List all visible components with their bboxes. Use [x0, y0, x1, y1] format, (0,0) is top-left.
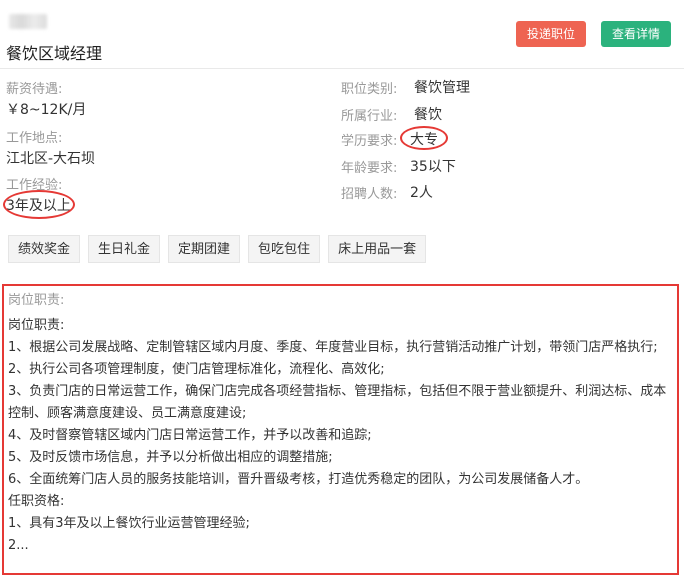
industry-label: 所属行业:	[341, 109, 398, 124]
description-line: 任职资格:	[8, 494, 65, 509]
description-line: 6、全面统筹门店人员的服务技能培训，晋升晋级考核，打造优秀稳定的团队，为公司发展…	[8, 472, 589, 487]
location-label: 工作地点:	[6, 131, 63, 146]
headcount-label: 招聘人数:	[341, 187, 398, 202]
job-description-box: 岗位职责: 岗位职责: 1、根据公司发展战略、定制管辖区域内月度、季度、年度营业…	[2, 284, 679, 575]
education-label: 学历要求:	[341, 134, 398, 149]
benefit-tag: 包吃包住	[248, 235, 321, 263]
industry-value: 餐饮	[414, 107, 442, 123]
company-logo-blurred	[9, 14, 47, 29]
description-line: 5、及时反馈市场信息，并予以分析做出相应的调整措施;	[8, 450, 333, 465]
description-line: 2...	[8, 538, 29, 553]
category-value: 餐饮管理	[414, 80, 470, 96]
salary-label: 薪资待遇:	[6, 82, 63, 97]
job-description-heading: 岗位职责:	[8, 293, 65, 308]
benefit-tag: 绩效奖金	[8, 235, 81, 263]
experience-annotation-circle	[3, 190, 75, 219]
headcount-value: 2人	[410, 185, 433, 201]
apply-button[interactable]: 投递职位	[516, 21, 586, 47]
job-description-text: 岗位职责: 1、根据公司发展战略、定制管辖区域内月度、季度、年度营业目标，执行营…	[8, 315, 676, 557]
description-line: 4、及时督察管辖区域内门店日常运营工作，并予以改善和追踪;	[8, 428, 372, 443]
divider	[0, 68, 684, 69]
age-value: 35以下	[410, 159, 456, 175]
description-line: 1、根据公司发展战略、定制管辖区域内月度、季度、年度营业目标，执行营销活动推广计…	[8, 340, 658, 355]
benefit-tag: 生日礼金	[88, 235, 161, 263]
benefit-tags: 绩效奖金 生日礼金 定期团建 包吃包住 床上用品一套	[8, 235, 427, 263]
education-annotation-circle	[400, 126, 448, 150]
description-line: 1、具有3年及以上餐饮行业运营管理经验;	[8, 516, 250, 531]
description-line: 2、执行公司各项管理制度，使门店管理标准化，流程化、高效化;	[8, 362, 385, 377]
description-line: 3、负责门店的日常运营工作，确保门店完成各项经营指标、管理指标，包括但不限于营业…	[8, 384, 667, 421]
description-line: 岗位职责:	[8, 318, 65, 333]
view-details-button[interactable]: 查看详情	[601, 21, 671, 47]
job-title: 餐饮区域经理	[6, 44, 103, 63]
category-label: 职位类别:	[341, 82, 398, 97]
age-label: 年龄要求:	[341, 161, 398, 176]
benefit-tag: 定期团建	[168, 235, 241, 263]
salary-value: ￥8~12K/月	[6, 102, 87, 118]
benefit-tag: 床上用品一套	[328, 235, 427, 263]
location-value: 江北区-大石坝	[6, 151, 96, 167]
